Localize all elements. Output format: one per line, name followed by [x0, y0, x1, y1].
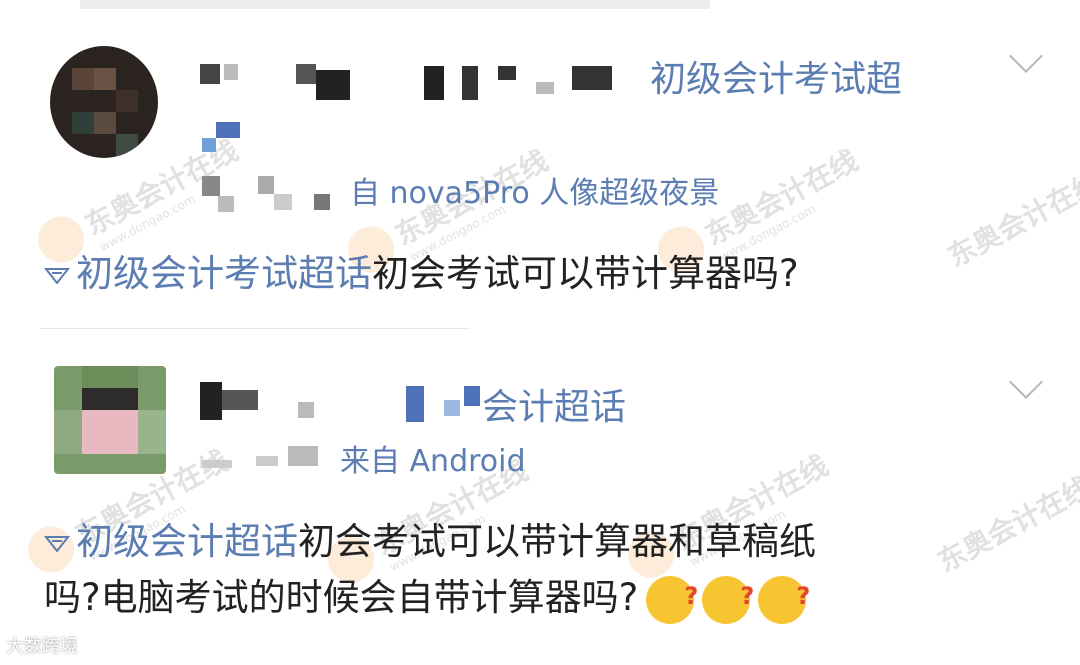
comment-body-line2: 吗?电脑考试的时候会自带计算器吗?: [44, 576, 639, 619]
comment-text: 初级会计考试超话初会考试可以带计算器吗?: [44, 246, 1044, 302]
post-source: 自 nova5Pro 人像超级夜景: [350, 176, 720, 211]
thinking-emoji-icon: [646, 568, 698, 624]
comment-text: 初级会计超话初会考试可以带计算器和草稿纸 吗?电脑考试的时候会自带计算器吗?: [44, 514, 1044, 626]
super-topic-icon: [44, 267, 70, 284]
username-redacted[interactable]: [200, 380, 500, 430]
comment-body-line1: 初会考试可以带计算器和草稿纸: [298, 520, 816, 563]
comment-divider: [40, 328, 470, 329]
footer-watermark: 大数跨境: [6, 632, 78, 658]
post-source: 来自 Android: [340, 444, 526, 479]
super-topic-icon: [44, 535, 70, 552]
username-redacted[interactable]: [200, 60, 640, 110]
top-divider-bar: [80, 0, 710, 9]
thinking-emoji-icon: [702, 568, 754, 624]
watermark-brand: 东奥会计在线: [699, 143, 864, 252]
thinking-emoji-icon: [758, 568, 810, 624]
avatar[interactable]: [54, 366, 166, 474]
chevron-down-icon[interactable]: [1009, 365, 1043, 399]
topic-link[interactable]: 会计超话: [482, 378, 626, 430]
footer-label: 大数跨境: [6, 636, 78, 657]
topic-tag[interactable]: 初级会计超话: [76, 520, 298, 563]
topic-tag[interactable]: 初级会计考试超话: [76, 252, 372, 295]
topic-link[interactable]: 初级会计考试超: [650, 50, 902, 102]
avatar[interactable]: [50, 46, 158, 158]
chevron-down-icon[interactable]: [1009, 39, 1043, 73]
comment-body: 初会考试可以带计算器吗?: [372, 252, 799, 295]
